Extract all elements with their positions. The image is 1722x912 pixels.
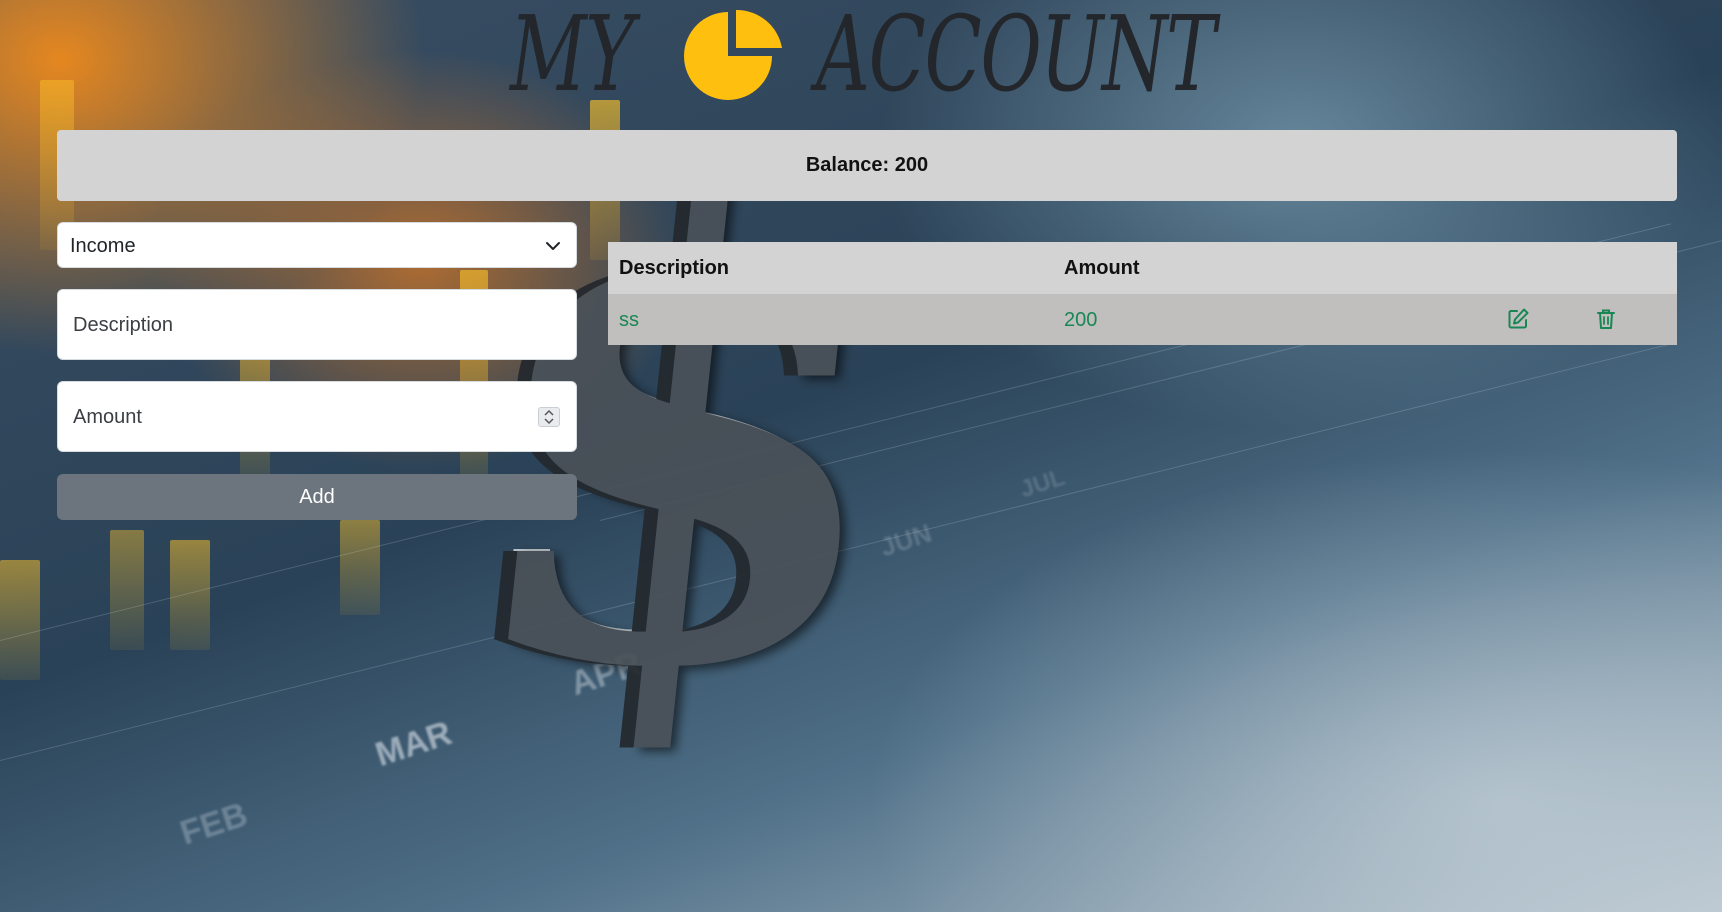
description-placeholder: Description — [73, 314, 174, 336]
description-input[interactable]: Description — [57, 289, 577, 360]
amount-input[interactable]: Amount — [57, 381, 577, 452]
add-button[interactable]: Add — [57, 474, 577, 520]
background-month-label: FEB — [175, 795, 253, 853]
table-row: ss 200 — [608, 294, 1677, 345]
background-month-label: JUL — [1016, 463, 1069, 504]
trash-icon[interactable] — [1594, 307, 1618, 331]
row-description: ss — [619, 309, 639, 331]
background-month-label: MAR — [370, 713, 457, 775]
column-header-amount: Amount — [1064, 257, 1140, 279]
type-select-value: Income — [70, 235, 136, 257]
edit-icon[interactable] — [1506, 307, 1530, 331]
amount-placeholder: Amount — [73, 406, 142, 428]
title-text-account: ACCOUNT — [816, 0, 1216, 115]
balance-bar: Balance: 200 — [57, 130, 1677, 201]
row-amount: 200 — [1064, 309, 1098, 331]
background-month-label: APR — [565, 644, 646, 704]
column-header-description: Description — [619, 257, 730, 279]
table-header: Description Amount — [608, 242, 1677, 294]
transactions-table: Description Amount ss 200 — [608, 242, 1677, 345]
chevron-down-icon — [546, 242, 560, 250]
number-spinner-icon[interactable] — [538, 407, 560, 427]
app-root: MAR FEB APR JUN JUL $ MY ACCOUNT Balance… — [0, 0, 1722, 912]
balance-label: Balance: — [805, 154, 890, 176]
page-title: MY ACCOUNT — [510, 0, 1216, 115]
title-text-my: MY — [510, 0, 635, 115]
pie-chart-icon — [684, 9, 782, 100]
balance-value: 200 — [894, 154, 929, 176]
background-month-label: JUN — [876, 517, 936, 563]
type-select[interactable]: Income — [57, 222, 577, 268]
